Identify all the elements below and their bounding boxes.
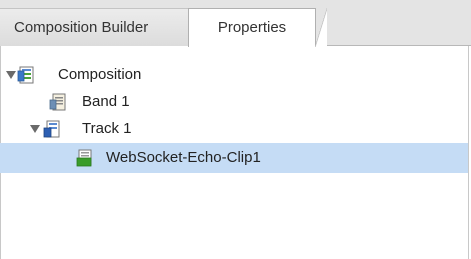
tab-properties[interactable]: Properties	[188, 8, 327, 47]
track-icon	[43, 120, 60, 138]
clip-icon	[76, 149, 92, 167]
properties-panel: Composition Builder Properties Compositi…	[0, 0, 471, 259]
tree-item-label: WebSocket-Echo-Clip1	[106, 149, 261, 166]
tab-composition-builder[interactable]: Composition Builder	[0, 8, 190, 46]
composition-tree: Composition Band 1 Track 1 WebSocket-Ech…	[0, 47, 471, 259]
composition-icon	[17, 66, 34, 84]
tab-strip: Composition Builder Properties	[0, 0, 471, 47]
tree-item-label: Composition	[58, 66, 142, 83]
tree-item-track[interactable]: Track 1	[0, 116, 468, 142]
expand-triangle-icon[interactable]	[30, 125, 40, 133]
tree-item-label: Band 1	[82, 93, 130, 110]
tree-item-band[interactable]: Band 1	[0, 89, 468, 115]
band-icon	[49, 93, 66, 111]
tree-item-label: Track 1	[82, 120, 132, 137]
expand-triangle-icon[interactable]	[6, 71, 16, 79]
tree-item-composition[interactable]: Composition	[0, 62, 468, 88]
tree-item-clip[interactable]: WebSocket-Echo-Clip1	[0, 143, 468, 173]
